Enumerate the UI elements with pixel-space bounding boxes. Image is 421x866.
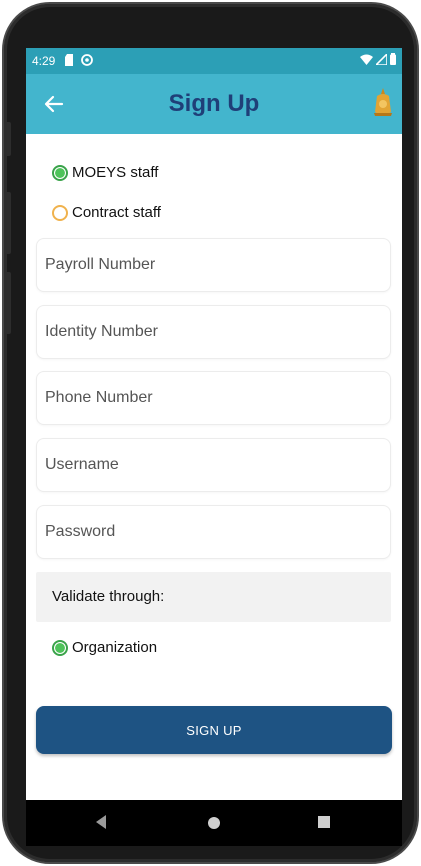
screen: 4:29 Sign Up MOEYS staff Contract staff …	[26, 48, 402, 800]
username-input[interactable]	[37, 439, 390, 491]
radio-label: Organization	[72, 639, 158, 656]
status-bar: 4:29	[26, 48, 402, 74]
radio-moeys-staff[interactable]: MOEYS staff	[52, 164, 158, 181]
payroll-number-input[interactable]	[37, 239, 390, 291]
nav-back-icon[interactable]	[96, 815, 106, 829]
nav-home-icon[interactable]	[208, 817, 220, 829]
password-input[interactable]	[37, 506, 390, 558]
radio-contract-staff[interactable]: Contract staff	[52, 204, 161, 221]
password-field	[36, 505, 391, 559]
side-button	[4, 122, 11, 156]
sign-up-button[interactable]: SIGN UP	[36, 706, 392, 754]
payroll-number-field	[36, 238, 391, 292]
android-nav-bar	[26, 800, 402, 846]
nav-recents-icon[interactable]	[318, 816, 330, 828]
radio-checked-icon	[52, 639, 68, 656]
phone-number-field	[36, 371, 391, 425]
username-field	[36, 438, 391, 492]
sd-card-icon	[65, 53, 75, 69]
radio-organization[interactable]: Organization	[52, 639, 157, 656]
phone-number-input[interactable]	[37, 372, 390, 424]
volume-down-button	[4, 272, 11, 334]
signal-icon	[374, 51, 388, 68]
radio-checked-icon	[52, 164, 68, 181]
validate-label: Validate through:	[52, 588, 165, 605]
emblem-icon	[372, 88, 394, 118]
volume-up-button	[4, 192, 11, 254]
radio-label: Contract staff	[72, 204, 161, 221]
radio-label: MOEYS staff	[72, 164, 159, 181]
status-time: 4:29	[32, 54, 56, 68]
battery-icon	[390, 53, 396, 68]
radio-unchecked-icon	[52, 204, 68, 221]
sync-icon	[81, 53, 94, 69]
identity-number-field	[36, 305, 391, 359]
page-title: Sign Up	[168, 90, 260, 117]
validate-section: Validate through:	[36, 572, 391, 622]
identity-number-input[interactable]	[37, 306, 390, 358]
wifi-icon	[360, 54, 373, 68]
app-bar: Sign Up	[26, 74, 402, 134]
